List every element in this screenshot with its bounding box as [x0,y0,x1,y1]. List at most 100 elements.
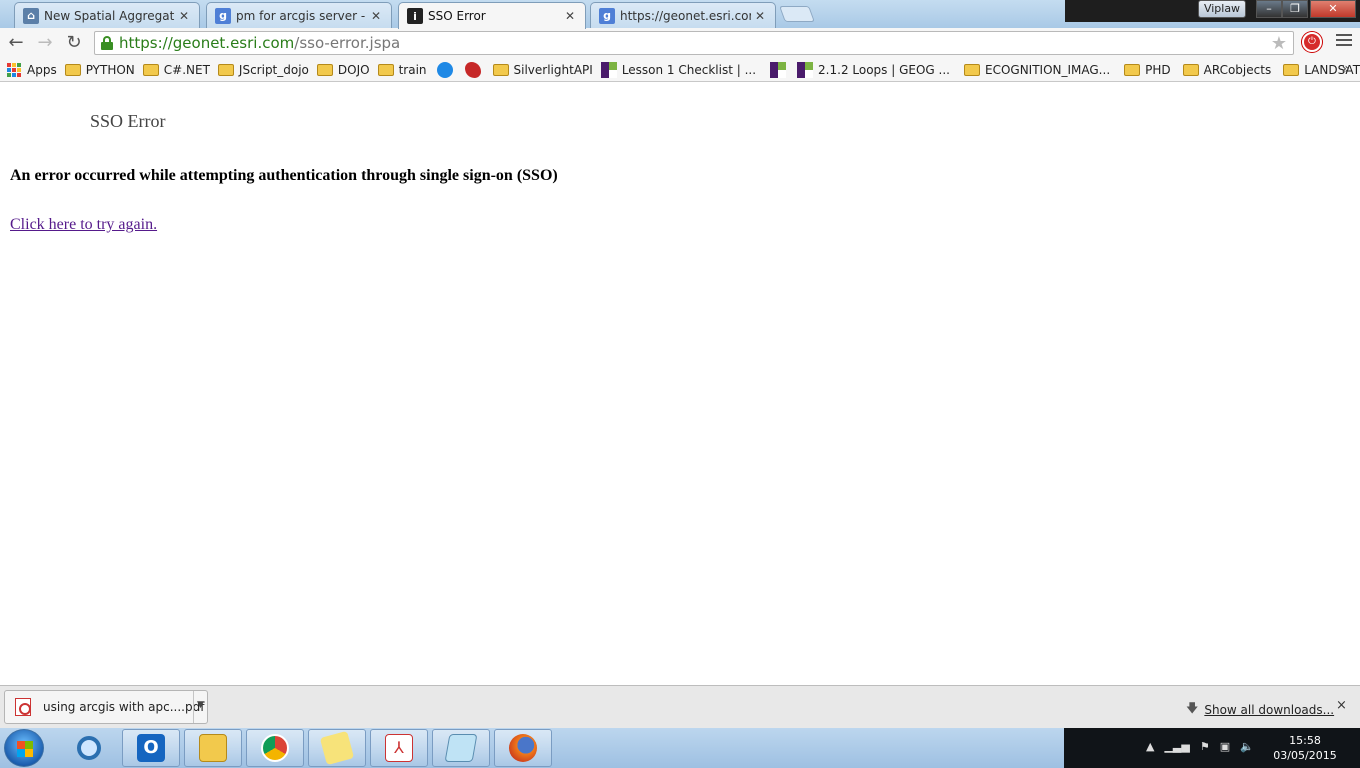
chevron-down-icon[interactable]: ▼ [193,691,207,723]
taskbar-search[interactable] [60,729,118,767]
extension-icon[interactable]: ⏻ [1302,32,1322,52]
info-icon: i [407,8,423,24]
reload-icon[interactable]: ↻ [62,32,86,54]
bookmark-lesson-1[interactable]: Lesson 1 Checklist | ... [600,60,757,80]
profile-badge[interactable]: Viplaw [1198,0,1246,18]
flag-icon[interactable]: ⚑ [1200,740,1210,753]
chrome-menu-icon[interactable] [1336,34,1352,50]
tab-close-icon[interactable]: ✕ [565,9,577,23]
folder-icon [492,63,509,76]
restore-icon[interactable]: ❐ [1282,0,1308,18]
windows-logo-icon [17,741,33,757]
tab-label: SSO Error [428,9,486,23]
bookmark-jscript-dojo[interactable]: JScript_dojo [217,60,309,80]
error-heading: An error occurred while attempting authe… [10,167,558,184]
bookmark-phd[interactable]: PHD [1124,60,1171,80]
bookmark-loops-geog[interactable]: 2.1.2 Loops | GEOG ... [797,60,950,80]
folder-icon [1124,63,1141,76]
page-content: SSO Error An error occurred while attemp… [0,83,1360,685]
psu-icon [600,61,617,78]
taskbar-sticky-notes[interactable] [308,729,366,767]
bookmark-label: JScript_dojo [238,62,309,77]
download-filename: using arcgis with apc....pdf [43,700,205,714]
tab-new-spatial-aggregation[interactable]: ⌂ New Spatial Aggregation ✕ [14,2,200,28]
network-icon[interactable]: ▣ [1220,740,1230,753]
tab-close-icon[interactable]: ✕ [371,9,383,23]
bookmark-apps[interactable]: Apps [7,60,57,80]
folder-icon [217,63,234,76]
folder-icon [1283,63,1300,76]
start-button[interactable] [4,729,44,767]
taskbar-explorer[interactable] [184,729,242,767]
clock[interactable]: 15:58 03/05/2015 [1270,733,1340,763]
tab-close-icon[interactable]: ✕ [755,9,767,23]
show-all-label: Show all downloads... [1204,702,1335,717]
bookmark-label: DOJO [337,62,370,77]
bookmark-dojo[interactable]: DOJO [316,60,370,80]
psu-icon [797,61,814,78]
red-logo-icon [464,61,481,78]
tab-close-icon[interactable]: ✕ [179,9,191,23]
psu-icon [770,61,787,78]
bookmark-label: Apps [27,62,57,77]
new-tab-button[interactable] [779,6,815,22]
back-icon[interactable]: ← [4,32,28,54]
bookmark-arcobjects[interactable]: ARCobjects [1182,60,1271,80]
bookmark-label: Lesson 1 Checklist | ... [621,62,757,77]
forward-icon[interactable]: → [33,32,57,54]
taskbar-notepad[interactable] [432,729,490,767]
magnifier-icon [77,736,101,760]
bookmark-train[interactable]: train [377,60,427,80]
clock-time: 15:58 [1289,734,1321,747]
bookmark-red-logo[interactable] [464,60,481,80]
clock-date: 03/05/2015 [1273,749,1337,762]
blue-circle-icon [436,61,453,78]
minimize-icon[interactable]: – [1256,0,1282,18]
bookmark-psu[interactable] [770,60,791,80]
taskbar-chrome[interactable] [246,729,304,767]
bookmark-ecognition[interactable]: ECOGNITION_IMAG... [963,60,1111,80]
notepad-icon [444,734,478,762]
tab-geonet-url[interactable]: g https://geonet.esri.com/ss ✕ [590,2,776,28]
bookmark-label: SilverlightAPI [513,62,593,77]
bookmark-python[interactable]: PYTHON [64,60,135,80]
address-bar[interactable]: https://geonet.esri.com/sso-error.jspa ★ [94,31,1294,55]
pdf-file-icon [15,698,31,716]
taskbar-outlook[interactable]: O [122,729,180,767]
browser-toolbar: ← → ↻ https://geonet.esri.com/sso-error.… [0,28,1360,58]
tab-label: New Spatial Aggregation [44,8,175,23]
lock-icon [101,36,113,50]
google-icon: g [599,7,615,24]
bookmark-label: ECOGNITION_IMAG... [984,62,1111,77]
outlook-icon: O [137,734,165,762]
window-close-icon[interactable]: ✕ [1310,0,1356,18]
tab-sso-error[interactable]: i SSO Error ✕ [398,2,586,29]
bookmark-label: LANDSAT [1304,62,1360,77]
tab-label: pm for arcgis server - Goo [236,8,367,23]
download-item[interactable]: using arcgis with apc....pdf ▼ [4,690,208,724]
tray-expand-icon[interactable]: ▲ [1146,740,1154,753]
bookmark-csharp[interactable]: C#.NET [142,60,210,80]
page-title: SSO Error [90,111,166,131]
try-again-link[interactable]: Click here to try again. [10,216,157,234]
tab-label: https://geonet.esri.com/ss [620,8,751,23]
close-downloads-icon[interactable]: × [1336,698,1347,713]
bookmark-silverlightapi[interactable]: SilverlightAPI [492,60,593,80]
folder-icon [377,63,394,76]
acrobat-icon: ⅄ [385,734,413,762]
bookmark-star-icon[interactable]: ★ [1271,33,1287,54]
download-arrow-icon: 🡇 [1186,701,1199,715]
volume-icon[interactable]: 🔈 [1240,740,1254,753]
tab-pm-for-arcgis-server[interactable]: g pm for arcgis server - Goo ✕ [206,2,392,28]
downloads-bar: using arcgis with apc....pdf ▼ 🡇 Show al… [0,685,1360,728]
show-all-downloads-link[interactable]: 🡇 Show all downloads... [1186,699,1334,720]
signal-icon[interactable]: ▁▃▅ [1164,740,1189,753]
taskbar-acrobat[interactable]: ⅄ [370,729,428,767]
url-path: /sso-error.jspa [294,34,401,52]
bookmark-label: train [398,62,427,77]
title-bar: ⌂ New Spatial Aggregation ✕ g pm for arc… [0,0,1360,29]
bookmarks-overflow-icon[interactable]: » [1341,61,1350,77]
taskbar-firefox[interactable] [494,729,552,767]
bookmark-blue-circle[interactable] [436,60,453,80]
chrome-icon [261,734,289,762]
